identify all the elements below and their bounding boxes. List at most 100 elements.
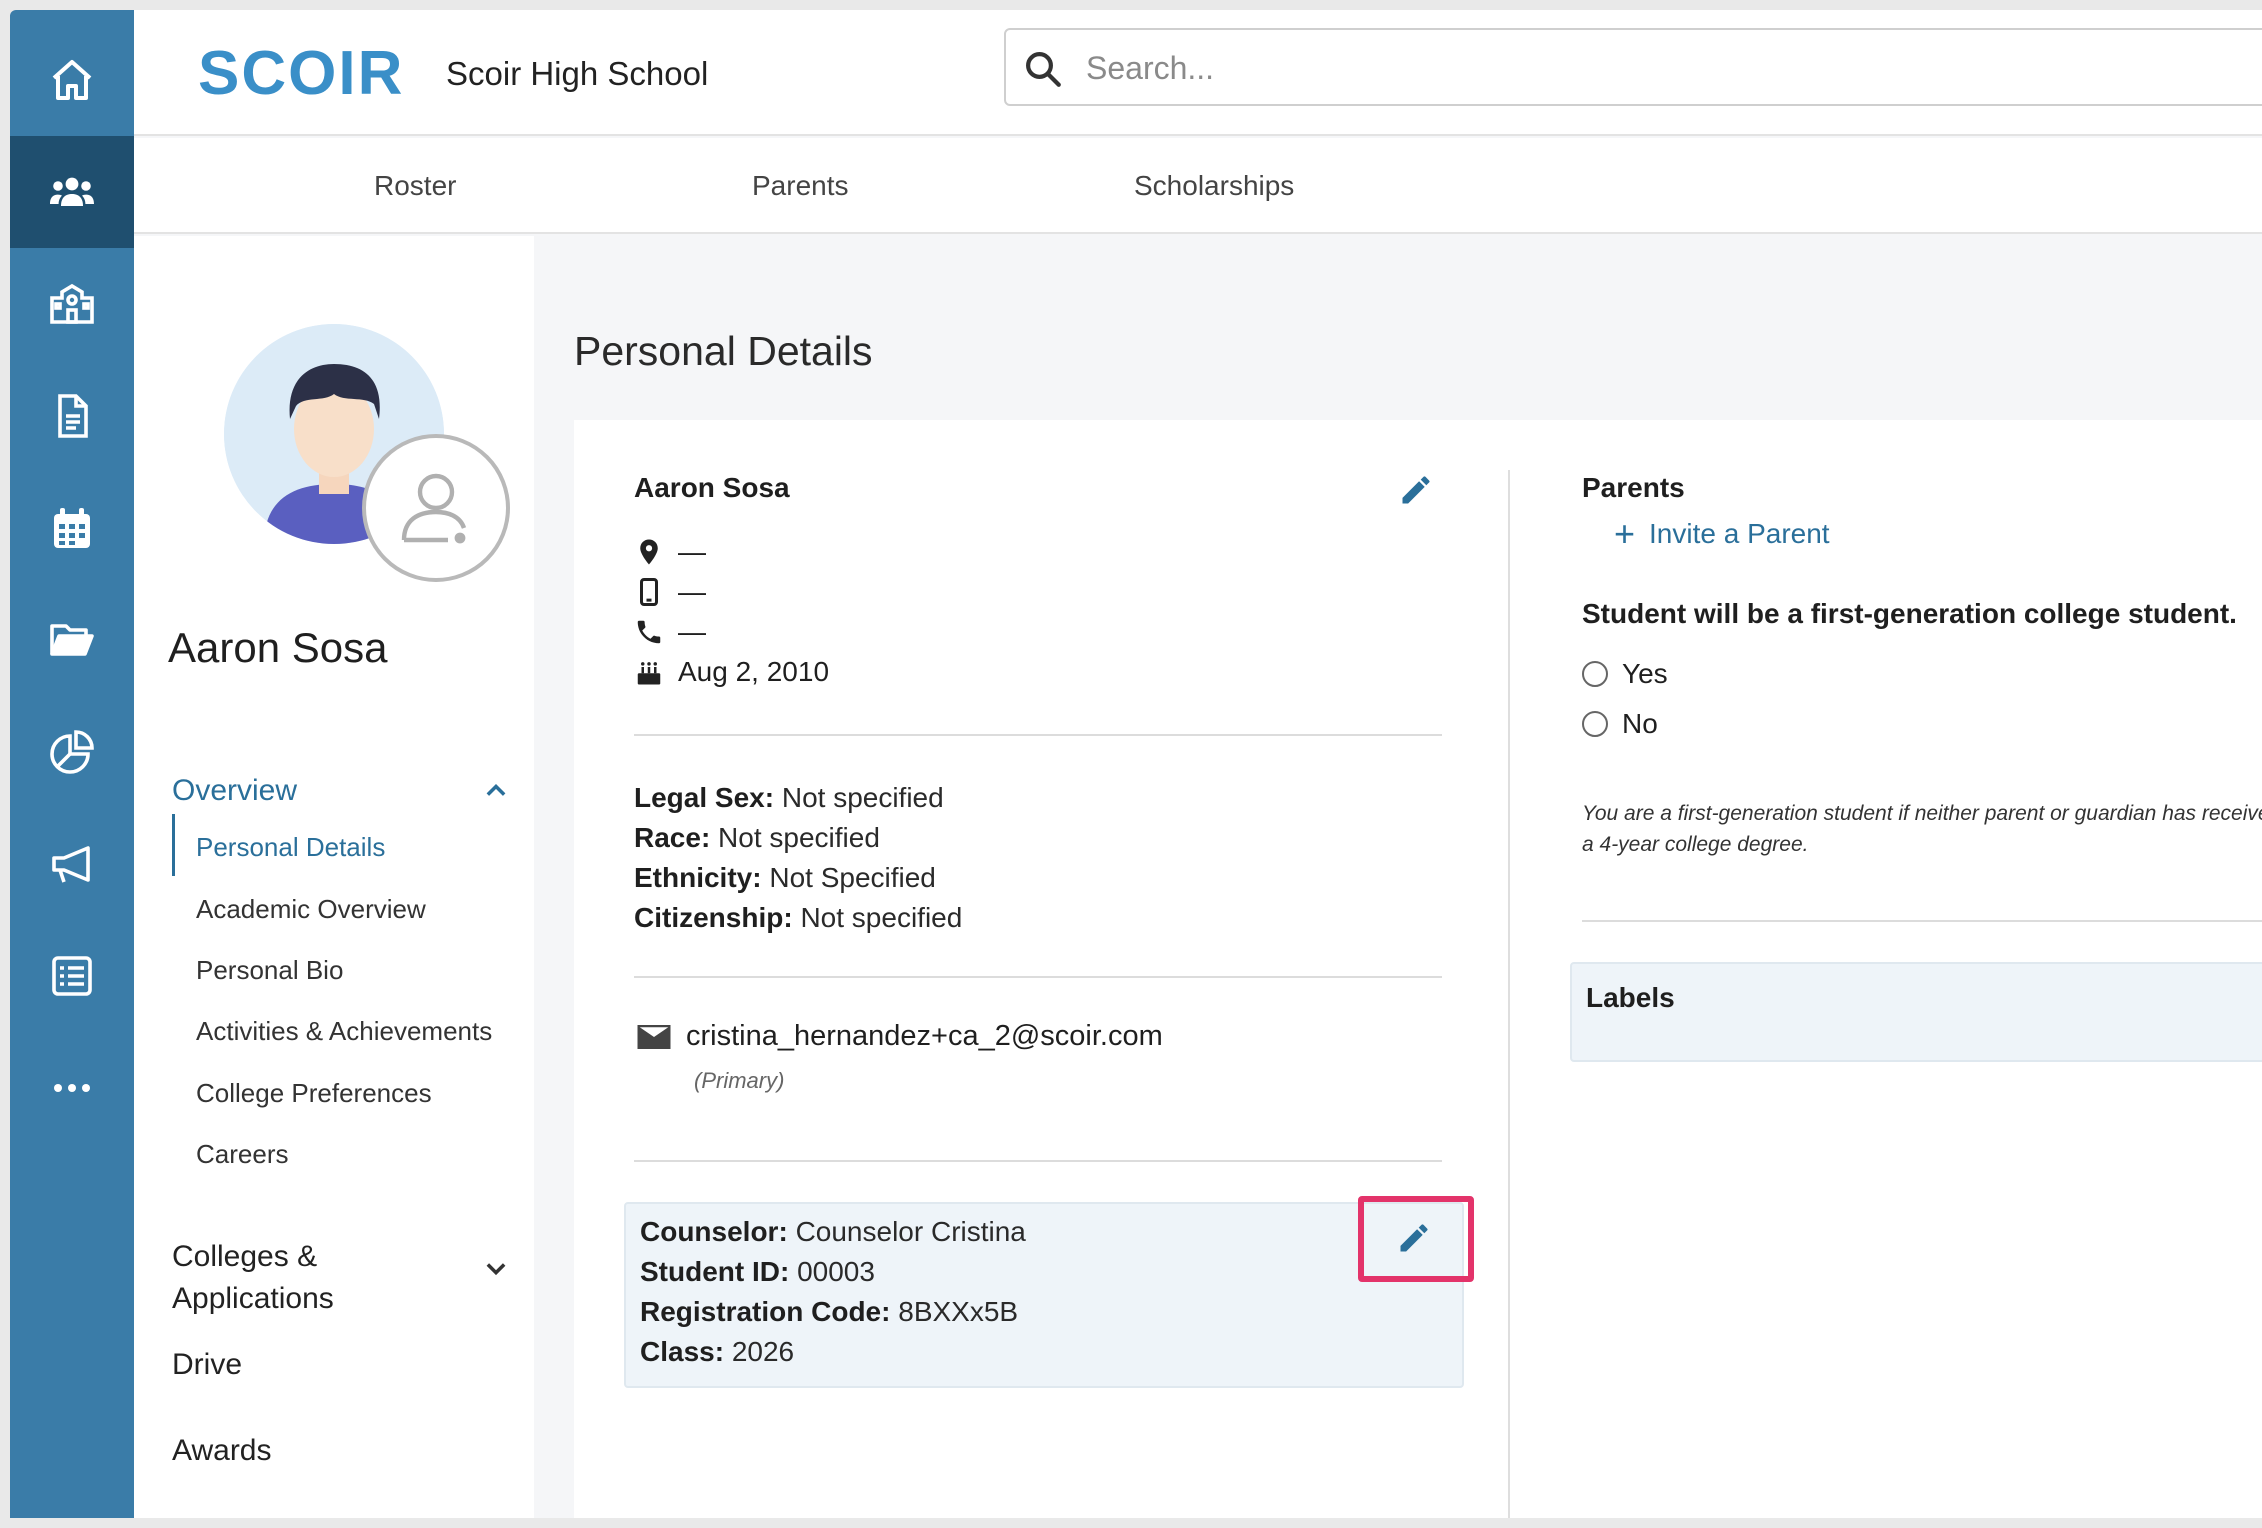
email-row: cristina_hernandez+ca_2@scoir.com <box>636 1020 1163 1053</box>
legal-sex-row: Legal Sex: Not specified <box>634 782 944 814</box>
school-name: Scoir High School <box>446 55 709 92</box>
radio-circle[interactable] <box>1582 711 1608 737</box>
home-icon <box>52 60 92 100</box>
first-gen-yes-radio[interactable]: Yes <box>1582 658 1668 690</box>
rail-schools[interactable] <box>10 248 134 360</box>
folder-icon <box>50 624 94 656</box>
more-icon <box>54 1084 90 1092</box>
tab-parents[interactable]: Parents <box>752 170 849 202</box>
email-primary-tag: (Primary) <box>694 1068 785 1093</box>
counselor-value: Counselor Cristina <box>795 1216 1026 1247</box>
students-icon <box>50 177 94 206</box>
nav-colleges-applications[interactable]: Colleges & Applications <box>172 1236 334 1320</box>
nav-overview[interactable]: Overview <box>172 770 297 812</box>
nav-awards[interactable]: Awards <box>172 1430 272 1472</box>
address-row: — <box>634 534 706 570</box>
person-outline-icon <box>401 473 467 544</box>
search-box[interactable] <box>1004 28 2262 106</box>
nav-personal-details[interactable]: Personal Details <box>196 832 385 863</box>
chevron-up-icon[interactable] <box>482 776 510 804</box>
rail-documents[interactable] <box>10 360 134 472</box>
citizenship-value: Not specified <box>800 902 963 933</box>
top-header: SCOIR Scoir High School <box>134 10 2262 136</box>
document-icon <box>58 394 88 438</box>
school-info-box: Counselor: Counselor Cristina Student ID… <box>624 1202 1464 1388</box>
edit-school-info-icon[interactable] <box>1396 1220 1432 1256</box>
counselor-label: Counselor: <box>640 1216 788 1247</box>
nav-activities-achievements[interactable]: Activities & Achievements <box>196 1016 492 1047</box>
radio-circle[interactable] <box>1582 661 1608 687</box>
nav-personal-bio[interactable]: Personal Bio <box>196 955 343 986</box>
registration-code-label: Registration Code: <box>640 1296 891 1327</box>
location-pin-icon <box>640 539 658 565</box>
rail-calendar[interactable] <box>10 472 134 584</box>
search-icon <box>1026 52 1061 87</box>
registration-code-row: Registration Code: 8BXXx5B <box>640 1296 1018 1328</box>
tab-scholarships[interactable]: Scholarships <box>1134 170 1294 202</box>
nav-drive[interactable]: Drive <box>172 1344 242 1386</box>
class-row: Class: 2026 <box>640 1336 794 1368</box>
first-gen-note: You are a first-generation student if ne… <box>1582 802 2262 856</box>
labels-panel: Labels <box>1570 962 2262 1062</box>
left-rail <box>10 10 134 1518</box>
scoir-logo[interactable]: SCOIR <box>198 38 404 109</box>
birthday-row: Aug 2, 2010 <box>634 654 829 690</box>
yes-label: Yes <box>1622 658 1668 689</box>
student-id-value: 00003 <box>797 1256 875 1287</box>
phone-icon <box>637 620 661 644</box>
race-row: Race: Not specified <box>634 822 880 854</box>
chevron-down-icon[interactable] <box>482 1254 510 1282</box>
personal-details-card: Aaron Sosa — — — Aug 2, 2010 Legal Sex: … <box>574 420 2262 1518</box>
student-id-label: Student ID: <box>640 1256 790 1287</box>
counselor-row: Counselor: Counselor Cristina <box>640 1216 1026 1248</box>
calendar-icon <box>54 508 90 548</box>
ethnicity-row: Ethnicity: Not Specified <box>634 862 936 894</box>
app-window: SCOIR Scoir High School Roster Parents S… <box>10 10 2262 1518</box>
active-indicator <box>172 814 175 876</box>
mobile-value: — <box>678 576 706 607</box>
mobile-phone-icon <box>640 578 658 606</box>
rail-home[interactable] <box>10 24 134 136</box>
phone-value: — <box>678 616 706 647</box>
profile-photo-placeholder[interactable] <box>362 434 510 582</box>
column-divider <box>1508 470 1510 1518</box>
rail-tasks[interactable] <box>10 920 134 1032</box>
parents-heading: Parents <box>1582 472 1685 503</box>
rail-analytics[interactable] <box>10 696 134 808</box>
registration-code-value: 8BXXx5B <box>898 1296 1019 1327</box>
race-label: Race: <box>634 822 711 853</box>
edit-contact-icon[interactable] <box>1398 472 1434 508</box>
nav-careers[interactable]: Careers <box>196 1139 288 1170</box>
search-input[interactable] <box>1086 46 2246 90</box>
divider <box>634 976 1442 978</box>
envelope-icon <box>637 1024 671 1049</box>
nav-colleges-line1: Colleges & <box>172 1240 318 1273</box>
birthday-value: Aug 2, 2010 <box>678 656 830 687</box>
checklist-icon <box>52 956 92 996</box>
nav-college-preferences[interactable]: College Preferences <box>196 1078 432 1109</box>
race-value: Not specified <box>718 822 880 853</box>
mobile-row: — <box>634 574 706 610</box>
phone-row: — <box>634 614 706 650</box>
citizenship-row: Citizenship: Not specified <box>634 902 962 934</box>
legal-sex-value: Not specified <box>781 782 944 813</box>
ethnicity-label: Ethnicity: <box>634 862 762 893</box>
first-gen-no-radio[interactable]: No <box>1582 708 1658 740</box>
student-id-row: Student ID: 00003 <box>640 1256 875 1288</box>
megaphone-icon <box>52 846 90 883</box>
class-value: 2026 <box>731 1336 795 1367</box>
divider <box>634 734 1442 736</box>
ethnicity-value: Not Specified <box>769 862 936 893</box>
labels-title: Labels <box>1586 982 1675 1013</box>
email-value[interactable]: cristina_hernandez+ca_2@scoir.com <box>686 1020 1163 1053</box>
nav-academic-overview[interactable]: Academic Overview <box>196 894 426 925</box>
rail-more[interactable] <box>10 1032 134 1144</box>
divider <box>1582 920 2262 922</box>
invite-parent-button[interactable]: + Invite a Parent <box>1614 516 1830 552</box>
plus-icon: + <box>1614 513 1636 554</box>
student-profile-panel: Aaron Sosa Overview Personal Details Aca… <box>134 236 534 1518</box>
rail-folders[interactable] <box>10 584 134 696</box>
rail-students[interactable] <box>10 136 134 248</box>
tab-roster[interactable]: Roster <box>374 170 456 202</box>
rail-announcements[interactable] <box>10 808 134 920</box>
